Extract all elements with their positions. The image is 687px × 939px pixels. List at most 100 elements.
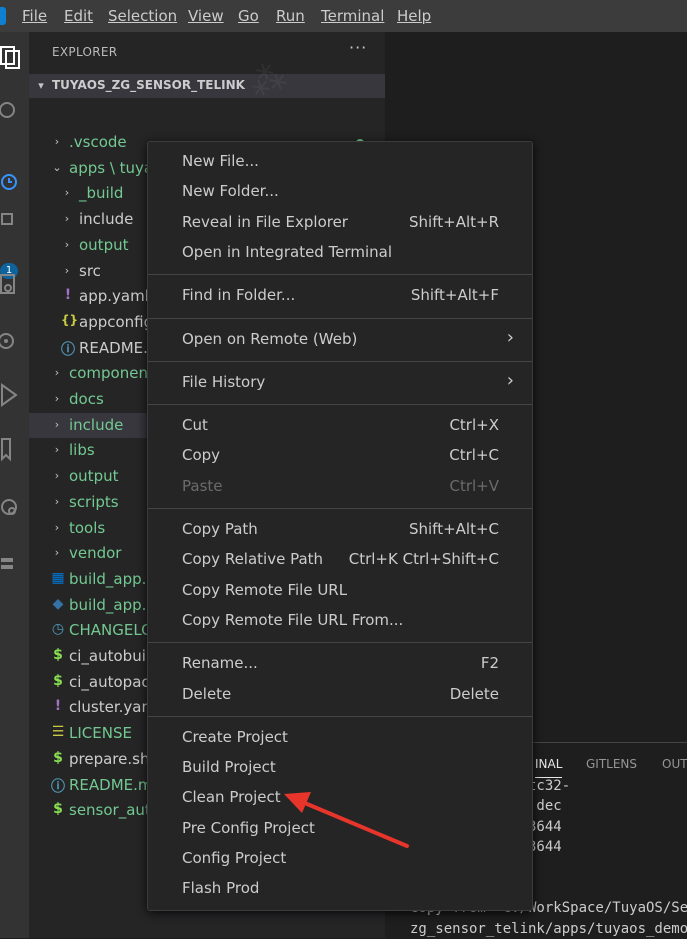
menu-item-create-project[interactable]: Create Project xyxy=(148,723,532,751)
menu-item-file-history[interactable]: File History › xyxy=(148,368,532,396)
chevron-down-icon: ⌄ xyxy=(52,160,62,174)
menu-selection[interactable]: Selection xyxy=(108,7,177,25)
menu-item-copy-path[interactable]: Copy Path Shift+Alt+C xyxy=(148,515,532,543)
tree-item-label: include xyxy=(79,210,134,229)
menu-item-new-file[interactable]: New File... xyxy=(148,147,532,175)
menu-item-copy[interactable]: Copy Ctrl+C xyxy=(148,441,532,469)
source-control-icon[interactable] xyxy=(0,210,24,236)
tree-item-label: scripts xyxy=(69,492,119,511)
python-icon: ◆ xyxy=(52,595,64,612)
tree-item-label: docs xyxy=(69,390,104,408)
info-icon: ⓘ xyxy=(61,341,75,358)
menu-item-label: Copy xyxy=(182,446,221,465)
license-icon: ☰ xyxy=(51,724,65,741)
tab-gitlens[interactable]: GITLENS xyxy=(586,757,637,771)
bookmarks-icon[interactable] xyxy=(0,436,24,462)
menu-help[interactable]: Help xyxy=(397,7,431,25)
chevron-right-icon: › xyxy=(54,417,60,431)
menu-item-find-in-folder[interactable]: Find in Folder... Shift+Alt+F xyxy=(148,281,532,309)
chevron-right-icon: › xyxy=(54,546,60,560)
menu-separator xyxy=(148,360,532,362)
menu-item-cut[interactable]: Cut Ctrl+X xyxy=(148,411,532,439)
menu-bar: File Edit Selection View Go Run Terminal… xyxy=(0,0,687,32)
menu-item-delete[interactable]: Delete Delete xyxy=(148,680,532,708)
timeline-icon[interactable] xyxy=(0,168,24,194)
workspace-root[interactable]: ▾ TUYAOS_ZG_SENSOR_TELINK xyxy=(29,74,385,98)
activity-bar: 1 xyxy=(0,32,29,938)
tree-item-label: .vscode xyxy=(69,133,127,151)
menu-item-label: New File... xyxy=(182,152,259,170)
menu-item-label: Find in Folder... xyxy=(182,286,296,305)
windows-icon: ▦ xyxy=(51,569,65,586)
menu-item-label: Copy Remote File URL From... xyxy=(182,610,404,629)
menu-item-new-folder[interactable]: New Folder... xyxy=(148,177,532,205)
menu-separator xyxy=(148,642,532,644)
remote-explorer-icon[interactable] xyxy=(0,272,24,298)
git-graph-icon[interactable] xyxy=(0,328,24,354)
menu-item-shortcut: Delete xyxy=(449,684,499,703)
menu-item-label: Open on Remote (Web) xyxy=(182,329,358,348)
menu-item-copy-remote-file-url[interactable]: Copy Remote File URL xyxy=(148,576,532,604)
run-debug-icon[interactable] xyxy=(0,382,24,408)
chevron-right-icon: › xyxy=(54,494,60,508)
chevron-right-icon: › xyxy=(54,135,60,148)
menu-view[interactable]: View xyxy=(188,7,224,25)
menu-item-copy-remote-file-url-from[interactable]: Copy Remote File URL From... xyxy=(148,606,532,634)
extensions-icon[interactable] xyxy=(0,494,24,520)
tree-item-label: ci_autobuilc xyxy=(69,647,159,665)
menu-item-paste: Paste Ctrl+V xyxy=(148,472,532,500)
chevron-right-icon: › xyxy=(54,366,60,380)
menu-separator xyxy=(148,404,532,406)
menu-item-flash-prod[interactable]: Flash Prod xyxy=(148,874,532,902)
tuya-wind-ide-icon[interactable] xyxy=(0,552,24,578)
menu-item-label: Pre Config Project xyxy=(182,818,315,837)
menu-file[interactable]: File xyxy=(22,7,47,25)
more-actions-icon[interactable]: ··· xyxy=(349,38,367,57)
menu-go[interactable]: Go xyxy=(238,7,259,25)
menu-item-label: File History xyxy=(182,372,266,391)
tree-item-label: prepare.sh xyxy=(69,749,150,768)
submenu-chevron-icon: › xyxy=(506,326,514,348)
menu-item-shortcut: Shift+Alt+R xyxy=(409,212,499,231)
menu-item-shortcut: Ctrl+V xyxy=(449,476,499,495)
tree-item-label: output xyxy=(79,235,129,254)
menu-item-label: Paste xyxy=(182,476,223,495)
menu-item-config-project[interactable]: Config Project xyxy=(148,844,532,872)
tree-item-label: app.yaml xyxy=(79,287,149,306)
menu-terminal[interactable]: Terminal xyxy=(321,7,384,25)
menu-item-shortcut: Shift+Alt+C xyxy=(408,520,499,538)
exclamation-icon: ! xyxy=(64,287,72,304)
menu-item-clean-project[interactable]: Clean Project xyxy=(148,783,532,811)
tree-item-label: tools xyxy=(69,518,106,537)
menu-item-copy-relative-path[interactable]: Copy Relative Path Ctrl+K Ctrl+Shift+C xyxy=(148,545,532,573)
menu-item-open-on-remote-web[interactable]: Open on Remote (Web) › xyxy=(148,325,532,353)
vscode-logo-icon xyxy=(0,7,6,25)
tab-terminal[interactable]: INAL xyxy=(535,757,563,778)
menu-item-rename[interactable]: Rename... F2 xyxy=(148,649,532,677)
tree-item-label: CHANGELO xyxy=(69,621,153,640)
menu-item-shortcut: Shift+Alt+F xyxy=(410,286,499,305)
info-icon: ⓘ xyxy=(51,778,65,795)
menu-edit[interactable]: Edit xyxy=(64,7,93,25)
menu-item-pre-config-project[interactable]: Pre Config Project xyxy=(148,814,532,842)
menu-item-label: Cut xyxy=(182,416,208,435)
exclamation-icon: ! xyxy=(54,698,62,715)
menu-item-open-in-integrated-terminal[interactable]: Open in Integrated Terminal xyxy=(148,238,532,266)
dollar-icon: $ xyxy=(53,672,63,689)
menu-item-shortcut: Ctrl+X xyxy=(449,416,499,435)
menu-item-label: Flash Prod xyxy=(182,879,260,898)
tree-item-label: component xyxy=(69,364,154,383)
tree-item-label: _build xyxy=(79,184,124,203)
tab-output[interactable]: OUT xyxy=(662,757,687,771)
menu-item-label: Copy Relative Path xyxy=(182,550,324,569)
menu-run[interactable]: Run xyxy=(276,7,305,25)
menu-item-build-project[interactable]: Build Project xyxy=(148,753,532,781)
menu-item-label: Copy Path xyxy=(182,520,258,538)
menu-item-label: Config Project xyxy=(182,849,287,867)
explorer-icon[interactable] xyxy=(0,44,24,70)
search-icon[interactable] xyxy=(0,98,24,124)
menu-item-reveal-in-file-explorer[interactable]: Reveal in File Explorer Shift+Alt+R xyxy=(148,208,532,236)
menu-item-label: Clean Project xyxy=(182,788,281,807)
chevron-right-icon: › xyxy=(64,186,70,200)
chevron-right-icon: › xyxy=(64,237,70,251)
